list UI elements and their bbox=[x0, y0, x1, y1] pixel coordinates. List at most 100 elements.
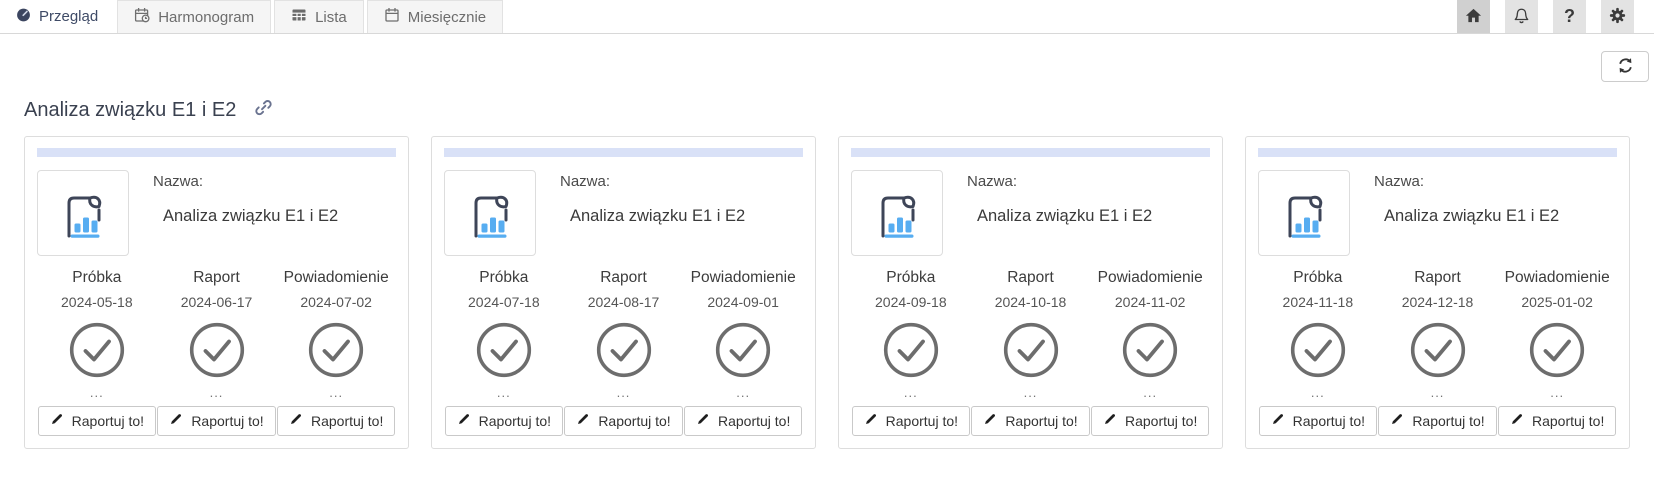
milestone-date: 2024-12-18 bbox=[1401, 294, 1474, 310]
milestone-date: 2024-07-18 bbox=[468, 294, 540, 310]
tab-miesiecznie[interactable]: Miesięcznie bbox=[366, 0, 504, 33]
report-button[interactable]: Raportuj to! bbox=[683, 406, 803, 436]
tab-label: Miesięcznie bbox=[407, 8, 487, 26]
tab-label: Lista bbox=[315, 8, 347, 26]
notifications-button[interactable] bbox=[1505, 0, 1538, 33]
name-label: Nazwa: bbox=[967, 173, 1018, 190]
milestone-probka: Próbka 2024-07-18 ... Raportuj to! bbox=[444, 269, 564, 436]
analysis-name: Analiza związku E1 i E2 bbox=[1384, 207, 1560, 225]
analysis-name: Analiza związku E1 i E2 bbox=[977, 207, 1153, 225]
milestone-powiadomienie: Powiadomienie 2024-07-02 ... Raportuj to… bbox=[276, 269, 396, 436]
more-ellipsis[interactable]: ... bbox=[617, 386, 631, 399]
report-button[interactable]: Raportuj to! bbox=[971, 406, 1090, 436]
milestone-label: Powiadomienie bbox=[1097, 269, 1203, 286]
report-button-label: Raportuj to! bbox=[1005, 412, 1078, 429]
analysis-card: Nazwa: Analiza związku E1 i E2 Próbka 20… bbox=[838, 136, 1223, 449]
tab-harmonogram[interactable]: Harmonogram bbox=[117, 0, 272, 33]
report-button-label: Raportuj to! bbox=[1412, 412, 1485, 429]
report-button[interactable]: Raportuj to! bbox=[1258, 406, 1378, 436]
report-button[interactable]: Raportuj to! bbox=[276, 406, 396, 436]
home-button[interactable] bbox=[1457, 0, 1490, 33]
progress-bar bbox=[37, 148, 396, 157]
milestone-date: 2024-06-17 bbox=[180, 294, 253, 310]
pencil-icon bbox=[576, 412, 590, 429]
more-ellipsis[interactable]: ... bbox=[329, 386, 343, 399]
report-button[interactable]: Raportuj to! bbox=[444, 406, 564, 436]
progress-bar bbox=[1258, 148, 1617, 157]
pencil-icon bbox=[457, 412, 471, 429]
more-ellipsis[interactable]: ... bbox=[1431, 386, 1445, 399]
more-ellipsis[interactable]: ... bbox=[210, 386, 224, 399]
pencil-icon bbox=[50, 412, 64, 429]
file-chart-icon bbox=[1258, 170, 1350, 256]
tab-przeglad[interactable]: Przegląd bbox=[0, 0, 115, 33]
milestone-label: Próbka bbox=[72, 269, 122, 286]
more-ellipsis[interactable]: ... bbox=[90, 386, 104, 399]
settings-button[interactable] bbox=[1601, 0, 1634, 33]
check-circle-icon bbox=[882, 321, 940, 379]
report-button[interactable]: Raportuj to! bbox=[1378, 406, 1497, 436]
milestone-raport: Raport 2024-06-17 ... Raportuj to! bbox=[157, 269, 277, 436]
help-button[interactable]: ? bbox=[1553, 0, 1586, 33]
page-title: Analiza związku E1 i E2 bbox=[24, 98, 237, 121]
milestone-date: 2025-01-02 bbox=[1521, 294, 1593, 310]
check-circle-icon bbox=[188, 321, 246, 379]
cards-row: Nazwa: Analiza związku E1 i E2 Próbka 20… bbox=[0, 136, 1654, 449]
pencil-icon bbox=[169, 412, 183, 429]
more-ellipsis[interactable]: ... bbox=[736, 386, 750, 399]
more-ellipsis[interactable]: ... bbox=[1550, 386, 1564, 399]
report-button-label: Raportuj to! bbox=[885, 412, 959, 429]
progress-bar bbox=[851, 148, 1210, 157]
milestone-date: 2024-07-02 bbox=[300, 294, 372, 310]
report-button[interactable]: Raportuj to! bbox=[157, 406, 276, 436]
toolbar-row bbox=[0, 34, 1654, 82]
header-actions: ? bbox=[1457, 0, 1654, 33]
analysis-card: Nazwa: Analiza związku E1 i E2 Próbka 20… bbox=[24, 136, 409, 449]
home-icon bbox=[1464, 6, 1483, 28]
check-circle-icon bbox=[307, 321, 365, 379]
check-circle-icon bbox=[714, 321, 772, 379]
more-ellipsis[interactable]: ... bbox=[1311, 386, 1325, 399]
milestone-raport: Raport 2024-12-18 ... Raportuj to! bbox=[1378, 269, 1498, 436]
pencil-icon bbox=[1510, 412, 1524, 429]
analysis-card: Nazwa: Analiza związku E1 i E2 Próbka 20… bbox=[1245, 136, 1630, 449]
bell-icon bbox=[1512, 6, 1531, 28]
report-button[interactable]: Raportuj to! bbox=[37, 406, 157, 436]
refresh-button[interactable] bbox=[1601, 51, 1649, 82]
more-ellipsis[interactable]: ... bbox=[1024, 386, 1038, 399]
milestone-powiadomienie: Powiadomienie 2024-09-01 ... Raportuj to… bbox=[683, 269, 803, 436]
report-button-label: Raportuj to! bbox=[598, 412, 671, 429]
milestone-label: Raport bbox=[1414, 269, 1461, 286]
link-icon[interactable] bbox=[254, 98, 273, 122]
check-circle-icon bbox=[595, 321, 653, 379]
pencil-icon bbox=[983, 412, 997, 429]
name-label: Nazwa: bbox=[153, 173, 204, 190]
more-ellipsis[interactable]: ... bbox=[497, 386, 511, 399]
check-circle-icon bbox=[475, 321, 533, 379]
report-button-label: Raportuj to! bbox=[717, 412, 791, 429]
milestone-date: 2024-05-18 bbox=[61, 294, 133, 310]
milestone-powiadomienie: Powiadomienie 2024-11-02 ... Raportuj to… bbox=[1090, 269, 1210, 436]
name-label: Nazwa: bbox=[560, 173, 611, 190]
report-button[interactable]: Raportuj to! bbox=[851, 406, 971, 436]
check-circle-icon bbox=[1002, 321, 1060, 379]
question-icon: ? bbox=[1564, 6, 1575, 26]
milestone-probka: Próbka 2024-09-18 ... Raportuj to! bbox=[851, 269, 971, 436]
check-circle-icon bbox=[1528, 321, 1586, 379]
report-button-label: Raportuj to! bbox=[310, 412, 384, 429]
milestone-powiadomienie: Powiadomienie 2025-01-02 ... Raportuj to… bbox=[1497, 269, 1617, 436]
milestone-label: Powiadomienie bbox=[283, 269, 389, 286]
more-ellipsis[interactable]: ... bbox=[1143, 386, 1157, 399]
milestone-label: Powiadomienie bbox=[1504, 269, 1610, 286]
report-button[interactable]: Raportuj to! bbox=[1090, 406, 1210, 436]
check-circle-icon bbox=[68, 321, 126, 379]
progress-bar bbox=[444, 148, 803, 157]
analysis-name: Analiza związku E1 i E2 bbox=[163, 207, 339, 225]
report-button[interactable]: Raportuj to! bbox=[564, 406, 683, 436]
tab-label: Harmonogram bbox=[158, 8, 255, 26]
milestone-label: Próbka bbox=[1293, 269, 1343, 286]
more-ellipsis[interactable]: ... bbox=[904, 386, 918, 399]
report-button[interactable]: Raportuj to! bbox=[1497, 406, 1617, 436]
pencil-icon bbox=[1103, 412, 1117, 429]
tab-lista[interactable]: Lista bbox=[274, 0, 364, 33]
